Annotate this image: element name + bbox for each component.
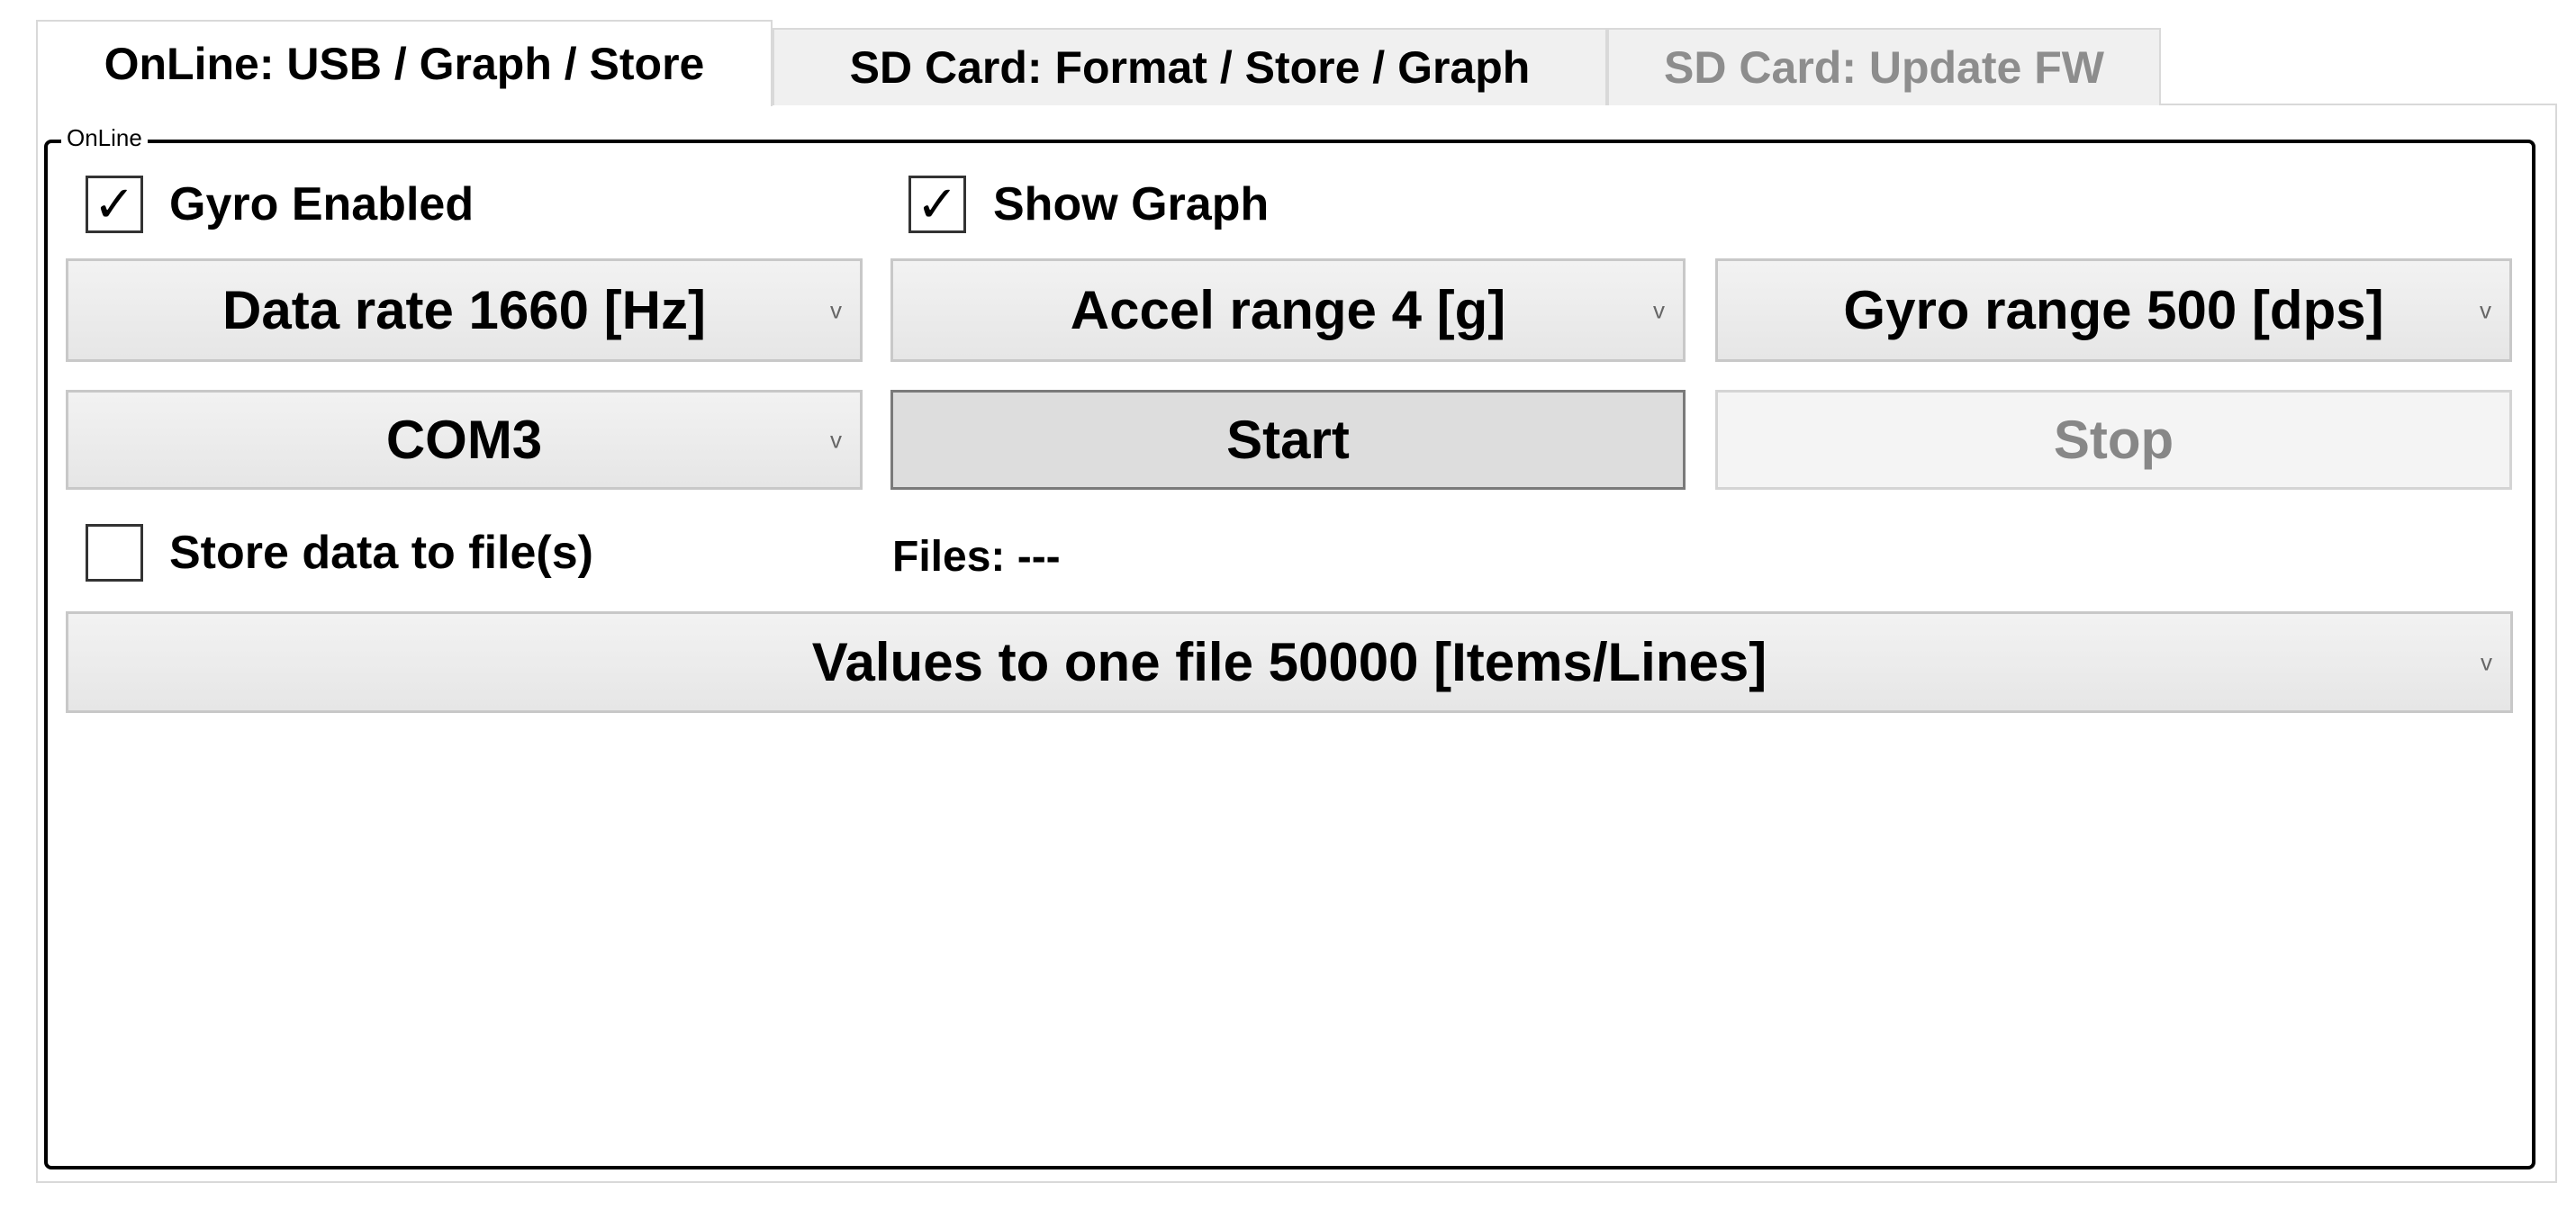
check-icon: ✓	[93, 176, 136, 232]
group-label: OnLine	[61, 124, 148, 152]
check-icon: ✓	[916, 176, 959, 232]
store-data-checkbox[interactable]	[86, 524, 143, 582]
com-port-select[interactable]: COM3 v	[66, 390, 863, 490]
tab-label: SD Card: Format / Store / Graph	[849, 42, 1531, 93]
tab-online[interactable]: OnLine: USB / Graph / Store	[36, 20, 773, 106]
values-per-file-value: Values to one file 50000 [Items/Lines]	[811, 632, 1767, 692]
gyro-enabled-checkbox[interactable]: ✓	[86, 176, 143, 233]
chevron-down-icon: v	[1653, 296, 1665, 323]
gyro-enabled-label[interactable]: Gyro Enabled	[169, 176, 474, 233]
accel-range-select[interactable]: Accel range 4 [g] v	[890, 258, 1686, 362]
chevron-down-icon: v	[830, 426, 842, 453]
tab-sd-card-format[interactable]: SD Card: Format / Store / Graph	[773, 28, 1607, 105]
gyro-range-value: Gyro range 500 [dps]	[1843, 280, 2384, 340]
data-rate-value: Data rate 1660 [Hz]	[222, 280, 706, 340]
tab-label: OnLine: USB / Graph / Store	[104, 39, 705, 89]
show-graph-checkbox[interactable]: ✓	[908, 176, 966, 233]
chevron-down-icon: v	[2481, 648, 2492, 675]
values-per-file-select[interactable]: Values to one file 50000 [Items/Lines] v	[66, 611, 2513, 713]
start-button[interactable]: Start	[890, 390, 1686, 490]
accel-range-value: Accel range 4 [g]	[1070, 280, 1506, 340]
tab-sd-card-update-fw[interactable]: SD Card: Update FW	[1607, 28, 2161, 105]
gyro-range-select[interactable]: Gyro range 500 [dps] v	[1715, 258, 2512, 362]
stop-button[interactable]: Stop	[1715, 390, 2512, 490]
store-data-label[interactable]: Store data to file(s)	[169, 524, 593, 582]
show-graph-label[interactable]: Show Graph	[993, 176, 1269, 233]
chevron-down-icon: v	[830, 296, 842, 323]
tab-label: SD Card: Update FW	[1664, 42, 2104, 93]
com-port-value: COM3	[385, 410, 543, 470]
files-status: Files: ---	[892, 532, 1061, 581]
data-rate-select[interactable]: Data rate 1660 [Hz] v	[66, 258, 863, 362]
chevron-down-icon: v	[2480, 296, 2491, 323]
